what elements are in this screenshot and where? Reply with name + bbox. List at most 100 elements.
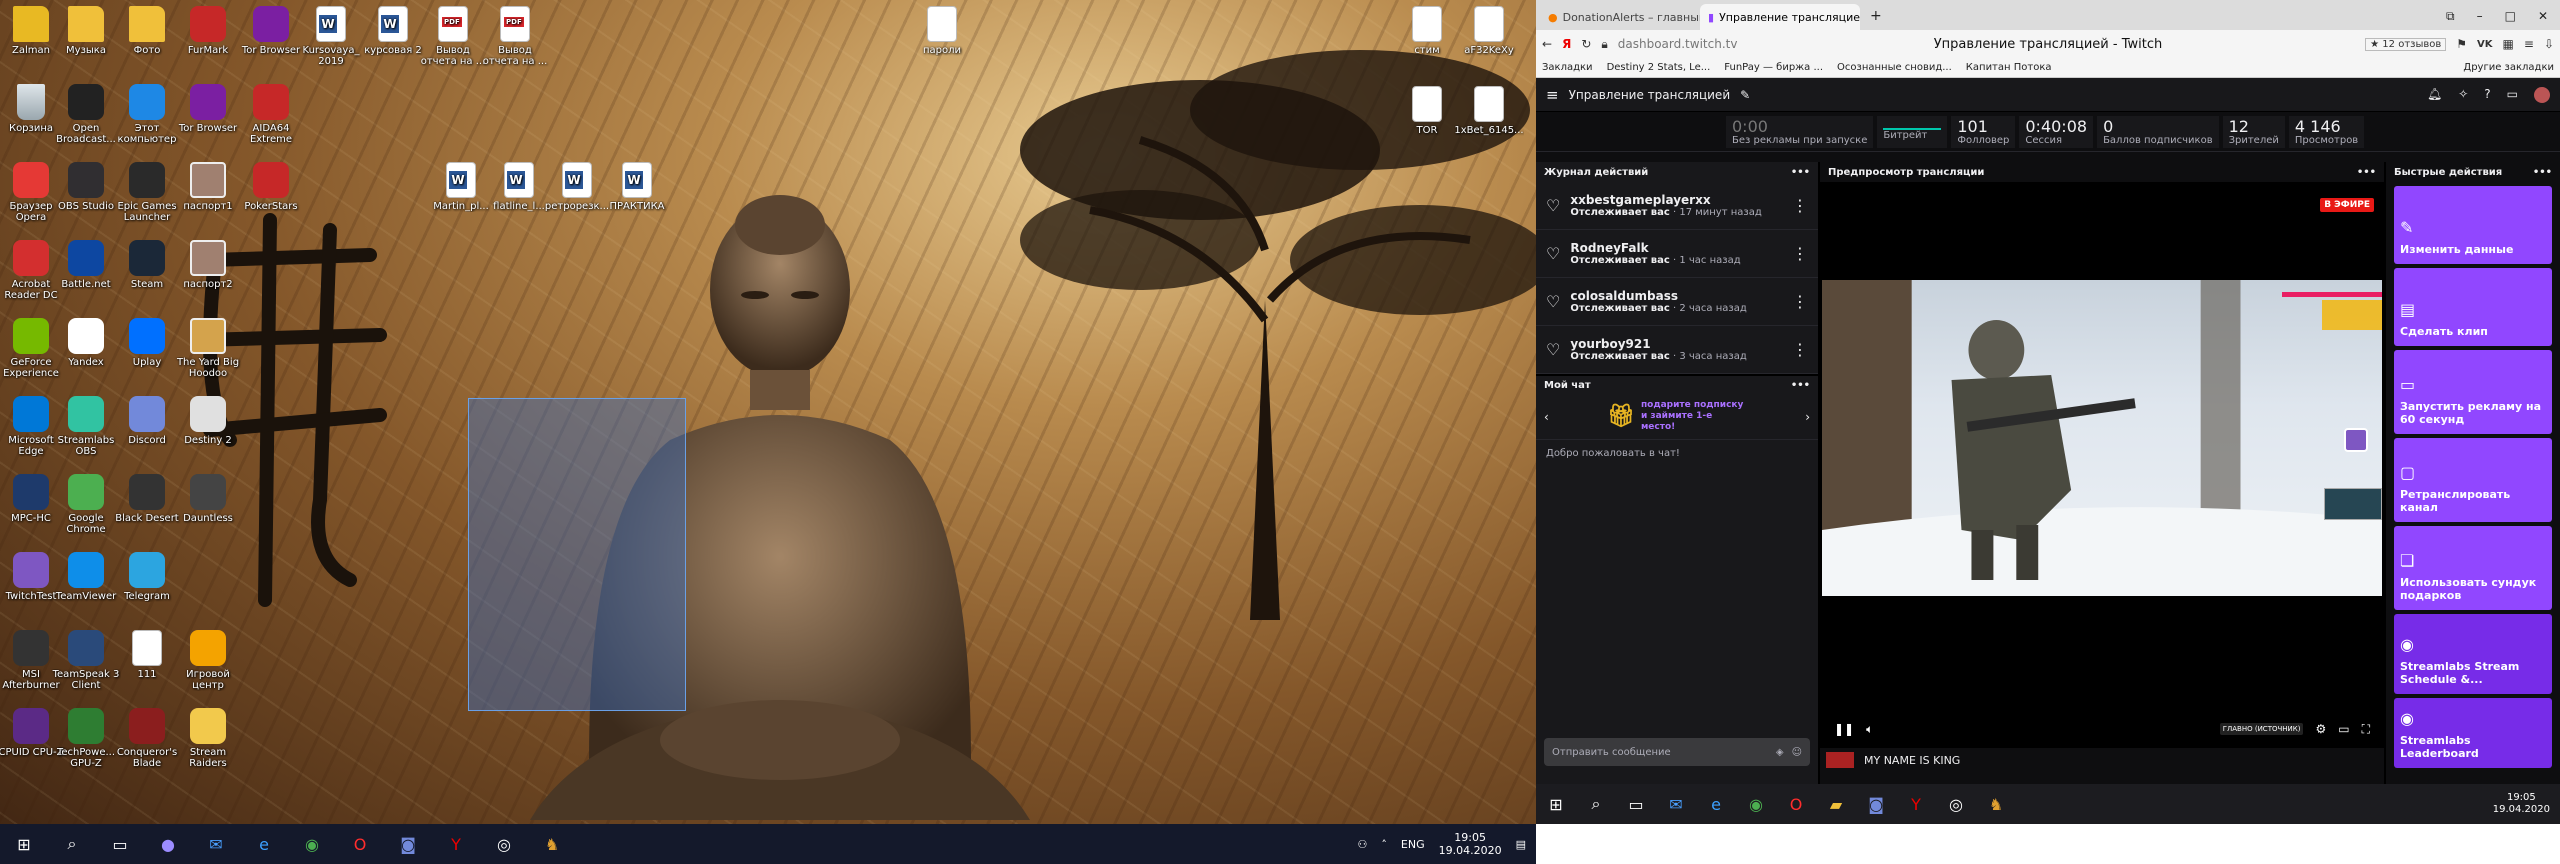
desktop-icon[interactable]: Discord xyxy=(112,392,182,470)
activity-item[interactable]: ♡ RodneyFalk Отслеживает вас · 1 час назад… xyxy=(1536,230,1818,278)
settings-icon[interactable]: ⚙ xyxy=(2315,722,2326,736)
gift-promo[interactable]: 🎁︎ подарите подписку и займите 1-е место! xyxy=(1607,400,1747,433)
avatar[interactable] xyxy=(2534,86,2550,103)
desktop-icon[interactable]: Stream Raiders xyxy=(173,704,243,782)
desktop-icon[interactable]: Вывод отчета на ... xyxy=(480,2,550,80)
desktop-icon[interactable]: 111 xyxy=(112,626,182,704)
quick-action-streamlabs-schedule[interactable]: ◉ Streamlabs Stream Schedule &... xyxy=(2394,614,2552,694)
back-icon[interactable]: ← xyxy=(1542,37,1552,51)
desktop-icon[interactable]: Tor Browser xyxy=(173,80,243,158)
chrome-icon[interactable]: ◉ xyxy=(288,824,336,864)
task-view-icon[interactable]: ▭ xyxy=(96,824,144,864)
quick-action-gift-chest[interactable]: ❏ Использовать сундук подарков xyxy=(2394,526,2552,610)
cortana-icon[interactable]: ● xyxy=(144,824,192,864)
desktop-icon[interactable]: Kursovaya_ 2019 xyxy=(296,2,366,80)
more-icon[interactable]: ••• xyxy=(2357,167,2376,178)
reload-icon[interactable]: ↻ xyxy=(1581,37,1591,51)
conqueror-icon[interactable]: ♞ xyxy=(528,824,576,864)
desktop-icon[interactable]: Uplay xyxy=(112,314,182,392)
desktop-icon[interactable]: Игровой центр xyxy=(173,626,243,704)
menu-icon[interactable]: ≡ xyxy=(2524,37,2534,51)
maximize-icon[interactable]: □ xyxy=(2505,9,2516,24)
search-icon[interactable]: ⌕ xyxy=(48,824,96,864)
yandex-icon[interactable]: Y xyxy=(1896,784,1936,824)
opera-icon[interactable]: O xyxy=(336,824,384,864)
quick-action-clip[interactable]: ▤ Сделать клип xyxy=(2394,268,2552,346)
desktop-icon[interactable]: Streamlabs OBS xyxy=(51,392,121,470)
whispers-icon[interactable]: ▭ xyxy=(2507,87,2518,103)
desktop-icon[interactable]: Telegram xyxy=(112,548,182,626)
desktop-icon[interactable]: Destiny 2 xyxy=(173,392,243,470)
yandex-icon[interactable]: Y xyxy=(432,824,480,864)
clock[interactable]: 19:05 19.04.2020 xyxy=(1439,831,1502,857)
magic-icon[interactable]: ✧ xyxy=(2458,87,2468,103)
destiny-icon[interactable]: ◎ xyxy=(480,824,528,864)
window-menu-icon[interactable]: ⧉ xyxy=(2446,9,2455,24)
desktop-icon[interactable]: Black Desert xyxy=(112,470,182,548)
other-bookmarks[interactable]: Другие закладки xyxy=(2463,62,2554,73)
quick-action-host[interactable]: ▢ Ретранслировать канал xyxy=(2394,438,2552,522)
more-icon[interactable]: ••• xyxy=(1791,167,1810,178)
edge-icon[interactable]: e xyxy=(1696,784,1736,824)
desktop-icon[interactable]: Conqueror's Blade xyxy=(112,704,182,782)
desktop-icon[interactable]: пароли xyxy=(907,2,977,80)
desktop-icon[interactable]: OBS Studio xyxy=(51,158,121,236)
emote-icon[interactable]: ☺ xyxy=(1792,747,1802,758)
chat-input[interactable]: Отправить сообщение ◈ ☺ xyxy=(1544,738,1810,766)
source-badge[interactable]: ГЛАВНО (ИСТОЧНИК) xyxy=(2219,723,2304,735)
start-button[interactable]: ⊞ xyxy=(1536,784,1576,824)
extensions-icon[interactable]: ▦ xyxy=(2503,37,2514,51)
bookmark-item[interactable]: Destiny 2 Stats, Le... xyxy=(1607,62,1711,73)
volume-icon[interactable]: 🔈︎ xyxy=(1866,722,1873,737)
tab-twitch-dashboard[interactable]: ▮ Управление трансляцией × xyxy=(1700,4,1860,30)
desktop-icon[interactable]: Battle.net xyxy=(51,236,121,314)
activity-item[interactable]: ♡ colosaldumbass Отслеживает вас · 2 часа … xyxy=(1536,278,1818,326)
mail-icon[interactable]: ✉ xyxy=(1656,784,1696,824)
bookmark-item[interactable]: FunPay — биржа ... xyxy=(1724,62,1823,73)
edge-icon[interactable]: e xyxy=(240,824,288,864)
download-icon[interactable]: ⇩ xyxy=(2544,37,2554,51)
follower-name[interactable]: colosaldumbass xyxy=(1570,289,1746,303)
theatre-icon[interactable]: ▭ xyxy=(2338,722,2349,736)
chrome-icon[interactable]: ◉ xyxy=(1736,784,1776,824)
destiny-icon[interactable]: ◎ xyxy=(1936,784,1976,824)
kebab-icon[interactable]: ⋮ xyxy=(1792,244,1808,263)
desktop-icon[interactable]: TOR xyxy=(1392,82,1462,160)
tab-donationalerts[interactable]: ● DonationAlerts – главный × xyxy=(1540,4,1700,30)
desktop-icon[interactable]: TeamSpeak 3 Client xyxy=(51,626,121,704)
follower-name[interactable]: yourboy921 xyxy=(1570,337,1746,351)
desktop-icon[interactable]: стим xyxy=(1392,2,1462,80)
desktop-icon[interactable]: Google Chrome xyxy=(51,470,121,548)
desktop-icon[interactable]: Этот компьютер xyxy=(112,80,182,158)
people-icon[interactable]: ⚇ xyxy=(1358,838,1368,851)
kebab-icon[interactable]: ⋮ xyxy=(1792,292,1808,311)
close-window-icon[interactable]: ✕ xyxy=(2538,9,2548,24)
chevron-up-icon[interactable]: ˄ xyxy=(1381,838,1387,851)
bookmark-item[interactable]: Закладки xyxy=(1542,62,1593,73)
fullscreen-icon[interactable]: ⛶ xyxy=(2362,722,2370,737)
activity-item[interactable]: ♡ yourboy921 Отслеживает вас · 3 часа наза… xyxy=(1536,326,1818,374)
quick-action-streamlabs-leaderboard[interactable]: ◉ Streamlabs Leaderboard xyxy=(2394,698,2552,768)
opera-icon[interactable]: O xyxy=(1776,784,1816,824)
desktop-icon[interactable]: Фото xyxy=(112,2,182,80)
chevron-right-icon[interactable]: › xyxy=(1805,410,1810,424)
bookmark-icon[interactable]: ⚑ xyxy=(2456,37,2467,51)
new-tab-button[interactable]: + xyxy=(1860,8,1892,30)
bell-icon[interactable]: 🔔︎ xyxy=(2427,87,2442,103)
desktop-icon[interactable]: Steam xyxy=(112,236,182,314)
quick-action-edit-info[interactable]: ✎ Изменить данные xyxy=(2394,186,2552,264)
follower-name[interactable]: RodneyFalk xyxy=(1570,241,1740,255)
notifications-icon[interactable]: ▤ xyxy=(1516,838,1526,851)
explorer-icon[interactable]: ▰ xyxy=(1816,784,1856,824)
quick-action-run-ad[interactable]: ▭ Запустить рекламу на 60 секунд xyxy=(2394,350,2552,434)
kebab-icon[interactable]: ⋮ xyxy=(1792,196,1808,215)
discord-icon[interactable]: ◙ xyxy=(1856,784,1896,824)
discord-icon[interactable]: ◙ xyxy=(384,824,432,864)
chevron-left-icon[interactable]: ‹ xyxy=(1544,410,1549,424)
desktop-icon[interactable]: паспорт2 xyxy=(173,236,243,314)
url-field[interactable]: dashboard.twitch.tv xyxy=(1618,37,1738,51)
hamburger-icon[interactable]: ≡ xyxy=(1546,86,1559,104)
video-player[interactable]: В ЭФИРЕ ❚❚ 🔈︎ ГЛАВНО (ИСТОЧНИК) ⚙ ▭ ⛶ xyxy=(1820,182,2384,748)
start-button[interactable]: ⊞ xyxy=(0,824,48,864)
desktop-icon[interactable]: Dauntless xyxy=(173,470,243,548)
